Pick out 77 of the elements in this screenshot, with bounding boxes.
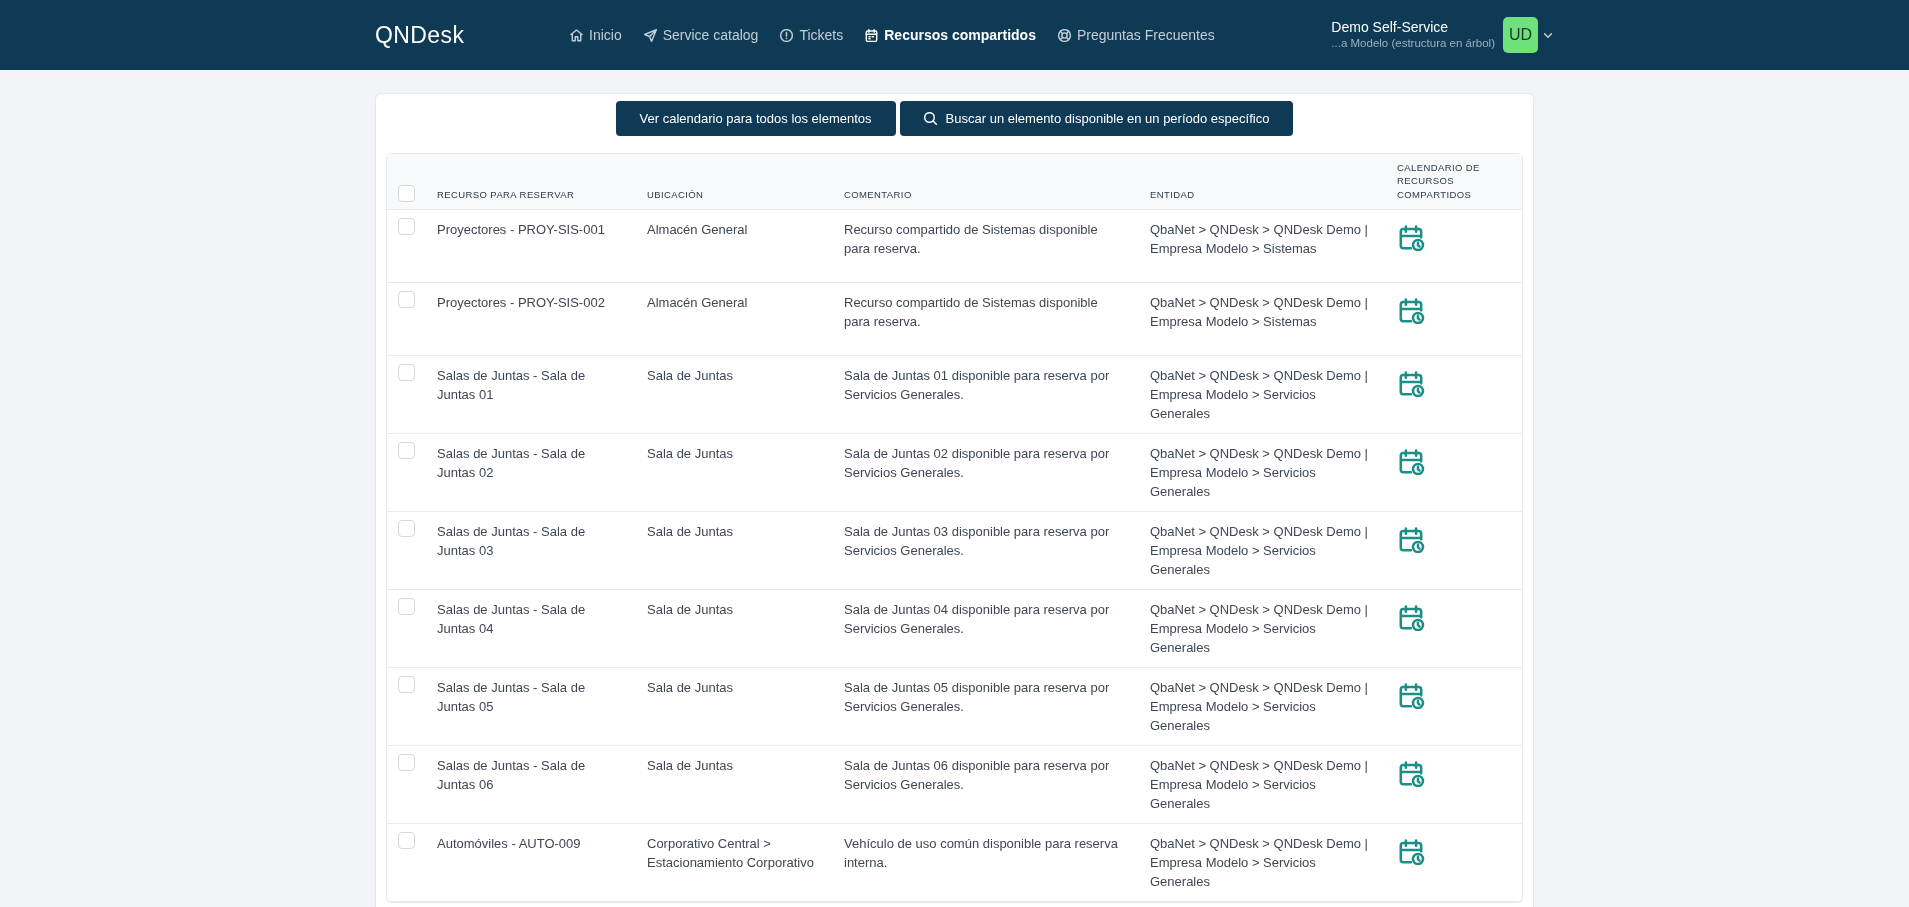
table-cell: Salas de Juntas - Sala de Juntas 02 — [437, 446, 586, 480]
table-cell: Salas de Juntas - Sala de Juntas 04 — [437, 602, 586, 636]
calendar-clock-icon[interactable] — [1399, 449, 1425, 475]
checkbox[interactable] — [398, 218, 415, 235]
nav-link[interactable]: Service catalog — [643, 27, 759, 43]
nav-link[interactable]: Inicio — [570, 27, 622, 43]
table-cell: Salas de Juntas - Sala de Juntas 05 — [437, 680, 586, 714]
table-cell: Salas de Juntas - Sala de Juntas 03 — [437, 524, 586, 558]
logo[interactable]: QNDesk — [375, 21, 465, 49]
home-icon — [570, 28, 583, 42]
table-cell: Salas de Juntas - Sala de Juntas 01 — [437, 368, 586, 402]
table-cell: QbaNet > QNDesk > QNDesk Demo | Empresa Modelo > Servicios Generales — [1150, 758, 1368, 811]
user-name: Demo Self-Service — [1331, 19, 1450, 36]
nav-link[interactable]: Preguntas Frecuentes — [1057, 27, 1215, 43]
table-cell: Automóviles - AUTO-009 — [437, 836, 581, 851]
nav-link[interactable]: Tickets — [780, 27, 844, 43]
table-cell: Almacén General — [647, 295, 748, 310]
table-cell: Sala de Juntas — [647, 524, 733, 539]
table-cell: Proyectores - PROY-SIS-001 — [437, 222, 605, 237]
checkbox[interactable] — [398, 520, 415, 537]
checkbox[interactable] — [398, 598, 415, 615]
calendar-clock-icon[interactable] — [1399, 298, 1425, 324]
table-cell: Sala de Juntas — [647, 758, 733, 773]
column-header: COMENTARIO — [844, 187, 913, 201]
checkbox[interactable] — [398, 754, 415, 771]
table-cell: Corporativo Central > Estacionamiento Corporativo — [647, 836, 814, 870]
table-cell: Recurso compartido de Sistemas disponible para reserva. — [844, 295, 1098, 329]
checkbox[interactable] — [398, 832, 415, 849]
avatar[interactable]: UD — [1503, 17, 1538, 53]
table-cell: Proyectores - PROY-SIS-002 — [437, 295, 605, 310]
table-cell: Vehículo de uso común disponible para reserva interna. — [844, 836, 1118, 870]
table-cell: Sala de Juntas — [647, 680, 733, 695]
user-entity: ...a Modelo (estructura en árbol) — [1331, 36, 1495, 51]
search-button[interactable]: Buscar un elemento disponible en un período específico — [899, 101, 1294, 136]
table-cell: Sala de Juntas 04 disponible para reserva por Servicios Generales. — [844, 602, 1110, 636]
calendar-clock-icon[interactable] — [1399, 371, 1425, 397]
search-icon — [923, 112, 937, 125]
table-cell: QbaNet > QNDesk > QNDesk Demo | Empresa Modelo > Servicios Generales — [1150, 836, 1368, 889]
checkbox[interactable] — [398, 185, 415, 202]
table-cell: QbaNet > QNDesk > QNDesk Demo | Empresa Modelo > Servicios Generales — [1150, 680, 1368, 733]
table-cell: QbaNet > QNDesk > QNDesk Demo | Empresa Modelo > Servicios Generales — [1150, 446, 1368, 499]
table-cell: Sala de Juntas — [647, 446, 733, 461]
checkbox[interactable] — [398, 442, 415, 459]
column-header: CALENDARIO DE RECURSOS COMPARTIDOS — [1397, 160, 1481, 201]
nav-link[interactable]: Recursos compartidos — [865, 27, 1036, 43]
chevron-down-icon[interactable] — [1544, 32, 1552, 38]
table-cell: Sala de Juntas — [647, 368, 733, 383]
table-cell: Sala de Juntas 01 disponible para reserva por Servicios Generales. — [844, 368, 1110, 402]
calendar-clock-icon[interactable] — [1399, 225, 1425, 251]
checkbox[interactable] — [398, 676, 415, 693]
table-cell: Sala de Juntas 06 disponible para reserva por Servicios Generales. — [844, 758, 1110, 792]
table-cell: Almacén General — [647, 222, 748, 237]
table-cell: QbaNet > QNDesk > QNDesk Demo | Empresa Modelo > Servicios Generales — [1150, 524, 1368, 577]
table-cell: Recurso compartido de Sistemas disponible para reserva. — [844, 222, 1098, 256]
table-cell: QbaNet > QNDesk > QNDesk Demo | Empresa Modelo > Servicios Generales — [1150, 602, 1368, 655]
table-cell: QbaNet > QNDesk > QNDesk Demo | Empresa Modelo > Sistemas — [1150, 222, 1368, 256]
column-header: RECURSO PARA RESERVAR — [437, 187, 576, 201]
table-cell: Sala de Juntas 03 disponible para reserva por Servicios Generales. — [844, 524, 1110, 558]
checkbox[interactable] — [398, 364, 415, 381]
checkbox[interactable] — [398, 291, 415, 308]
table-cell: Sala de Juntas — [647, 602, 733, 617]
table-cell: QbaNet > QNDesk > QNDesk Demo | Empresa Modelo > Servicios Generales — [1150, 368, 1368, 421]
calendar-clock-icon[interactable] — [1399, 761, 1425, 787]
paper-plane-icon — [643, 28, 657, 42]
calendar-clock-icon[interactable] — [1399, 683, 1425, 709]
table-cell: QbaNet > QNDesk > QNDesk Demo | Empresa Modelo > Sistemas — [1150, 295, 1368, 329]
table-cell: Sala de Juntas 02 disponible para reserva por Servicios Generales. — [844, 446, 1110, 480]
calendar-clock-icon[interactable] — [1399, 527, 1425, 553]
calendar-clock-icon[interactable] — [1399, 839, 1425, 865]
calendar-icon — [865, 28, 879, 42]
calendar-button[interactable]: Ver calendario para todos los elementos — [615, 101, 896, 136]
lifebuoy-icon — [1057, 28, 1071, 42]
column-header: ENTIDAD — [1150, 187, 1196, 201]
table-cell: Sala de Juntas 05 disponible para reserva por Servicios Generales. — [844, 680, 1110, 714]
calendar-clock-icon[interactable] — [1399, 605, 1425, 631]
column-header: UBICACIÓN — [647, 187, 705, 201]
table-cell: Salas de Juntas - Sala de Juntas 06 — [437, 758, 586, 792]
